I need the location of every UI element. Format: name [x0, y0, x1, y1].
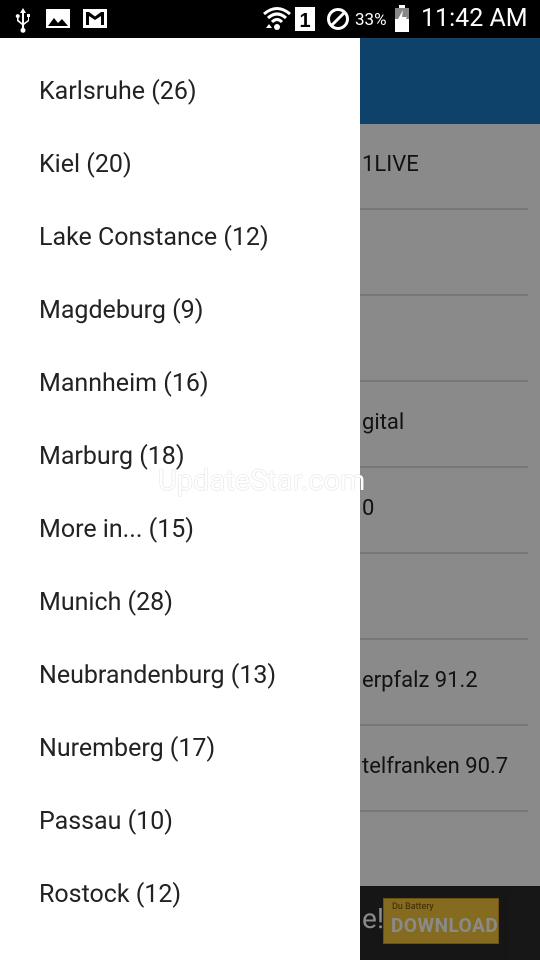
city-list: Karlsruhe (26) Kiel (20) Lake Constance … — [0, 38, 360, 960]
drawer-item-passau[interactable]: Passau (10) — [0, 785, 360, 858]
drawer-item-mannheim[interactable]: Mannheim (16) — [0, 347, 360, 420]
navigation-drawer: Karlsruhe (26) Kiel (20) Lake Constance … — [0, 38, 360, 960]
watermark: UpdateStar.com — [158, 464, 366, 498]
status-bar: 1 33% 11:42 AM — [0, 0, 540, 38]
battery-charging-icon — [394, 5, 410, 37]
usb-icon — [12, 7, 34, 37]
drawer-item-munich[interactable]: Munich (28) — [0, 566, 360, 639]
drawer-item-magdeburg[interactable]: Magdeburg (9) — [0, 274, 360, 347]
drawer-item-partial-bottom[interactable] — [0, 931, 360, 960]
drawer-item-partial-top[interactable] — [0, 38, 360, 55]
drawer-item-nuremberg[interactable]: Nuremberg (17) — [0, 712, 360, 785]
drawer-item-neubrandenburg[interactable]: Neubrandenburg (13) — [0, 639, 360, 712]
do-not-disturb-icon — [326, 7, 350, 35]
gmail-icon — [82, 7, 108, 33]
sim-slot-number: 1 — [299, 10, 310, 32]
drawer-item-lake-constance[interactable]: Lake Constance (12) — [0, 201, 360, 274]
battery-percent: 33% — [355, 10, 387, 30]
clock: 11:42 AM — [421, 4, 528, 33]
drawer-item-rostock[interactable]: Rostock (12) — [0, 858, 360, 931]
drawer-item-kiel[interactable]: Kiel (20) — [0, 128, 360, 201]
drawer-item-more-in[interactable]: More in... (15) — [0, 493, 360, 566]
wifi-icon — [262, 4, 292, 36]
phone-screen: 1 33% 11:42 AM 1LIVE gital 0 erpfalz 91.… — [0, 0, 540, 960]
drawer-item-karlsruhe[interactable]: Karlsruhe (26) — [0, 55, 360, 128]
sim-icon: 1 — [294, 6, 316, 36]
image-icon — [45, 7, 71, 33]
